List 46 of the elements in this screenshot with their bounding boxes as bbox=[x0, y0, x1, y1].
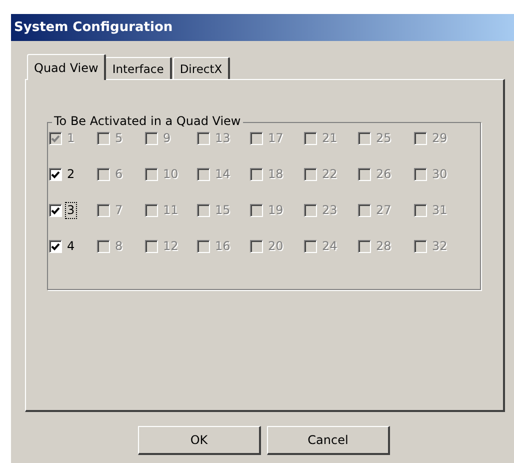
checkbox-label: 3 bbox=[66, 203, 76, 218]
checkbox-label: 26 bbox=[375, 167, 392, 182]
group-title: To Be Activated in a Quad View bbox=[52, 114, 243, 128]
checkbox-label: 30 bbox=[431, 167, 448, 182]
checkbox-label: 29 bbox=[431, 131, 448, 146]
checkbox[interactable] bbox=[49, 168, 62, 181]
tab[interactable]: DirectX bbox=[172, 57, 230, 79]
tab[interactable]: Interface bbox=[105, 57, 172, 79]
checkbox-label: 27 bbox=[375, 203, 392, 218]
check-icon bbox=[51, 134, 60, 142]
checkbox-label: 19 bbox=[267, 203, 284, 218]
checkbox-label: 7 bbox=[114, 203, 124, 218]
checkbox-label: 11 bbox=[162, 203, 180, 218]
checkbox-label: 20 bbox=[267, 239, 284, 254]
ok-button[interactable]: OK bbox=[138, 426, 261, 455]
cancel-button[interactable]: Cancel bbox=[267, 426, 390, 455]
checkbox-label: 21 bbox=[321, 131, 338, 146]
tab[interactable]: Quad View bbox=[27, 54, 106, 80]
checkbox-label: 10 bbox=[162, 167, 180, 182]
checkbox-label: 4 bbox=[66, 239, 76, 254]
checkbox-label: 28 bbox=[375, 239, 392, 254]
checkbox-label: 17 bbox=[267, 131, 284, 146]
checkbox-label: 12 bbox=[162, 239, 180, 254]
checkbox-label: 1 bbox=[66, 131, 76, 146]
checkbox-label: 9 bbox=[162, 131, 172, 146]
checkbox-label: 14 bbox=[214, 167, 232, 182]
checkbox[interactable] bbox=[49, 204, 62, 217]
checkbox-label: 32 bbox=[431, 239, 448, 254]
checkbox-label: 5 bbox=[114, 131, 124, 146]
check-icon bbox=[51, 170, 60, 178]
checkbox-label: 31 bbox=[431, 203, 448, 218]
checkbox[interactable] bbox=[49, 240, 62, 253]
check-icon bbox=[51, 242, 60, 250]
checkbox-label: 15 bbox=[214, 203, 232, 218]
checkbox-label: 23 bbox=[321, 203, 338, 218]
checkbox-label: 8 bbox=[114, 239, 124, 254]
checkbox-label: 2 bbox=[66, 167, 76, 182]
checkbox-label: 22 bbox=[321, 167, 338, 182]
checkbox-label: 24 bbox=[321, 239, 338, 254]
checkbox-label: 25 bbox=[375, 131, 392, 146]
checkbox-label: 13 bbox=[214, 131, 232, 146]
checkbox-label: 16 bbox=[214, 239, 232, 254]
checkbox-label: 6 bbox=[114, 167, 124, 182]
window-title: System Configuration bbox=[11, 14, 514, 41]
check-icon bbox=[51, 206, 60, 214]
checkbox-label: 18 bbox=[267, 167, 284, 182]
